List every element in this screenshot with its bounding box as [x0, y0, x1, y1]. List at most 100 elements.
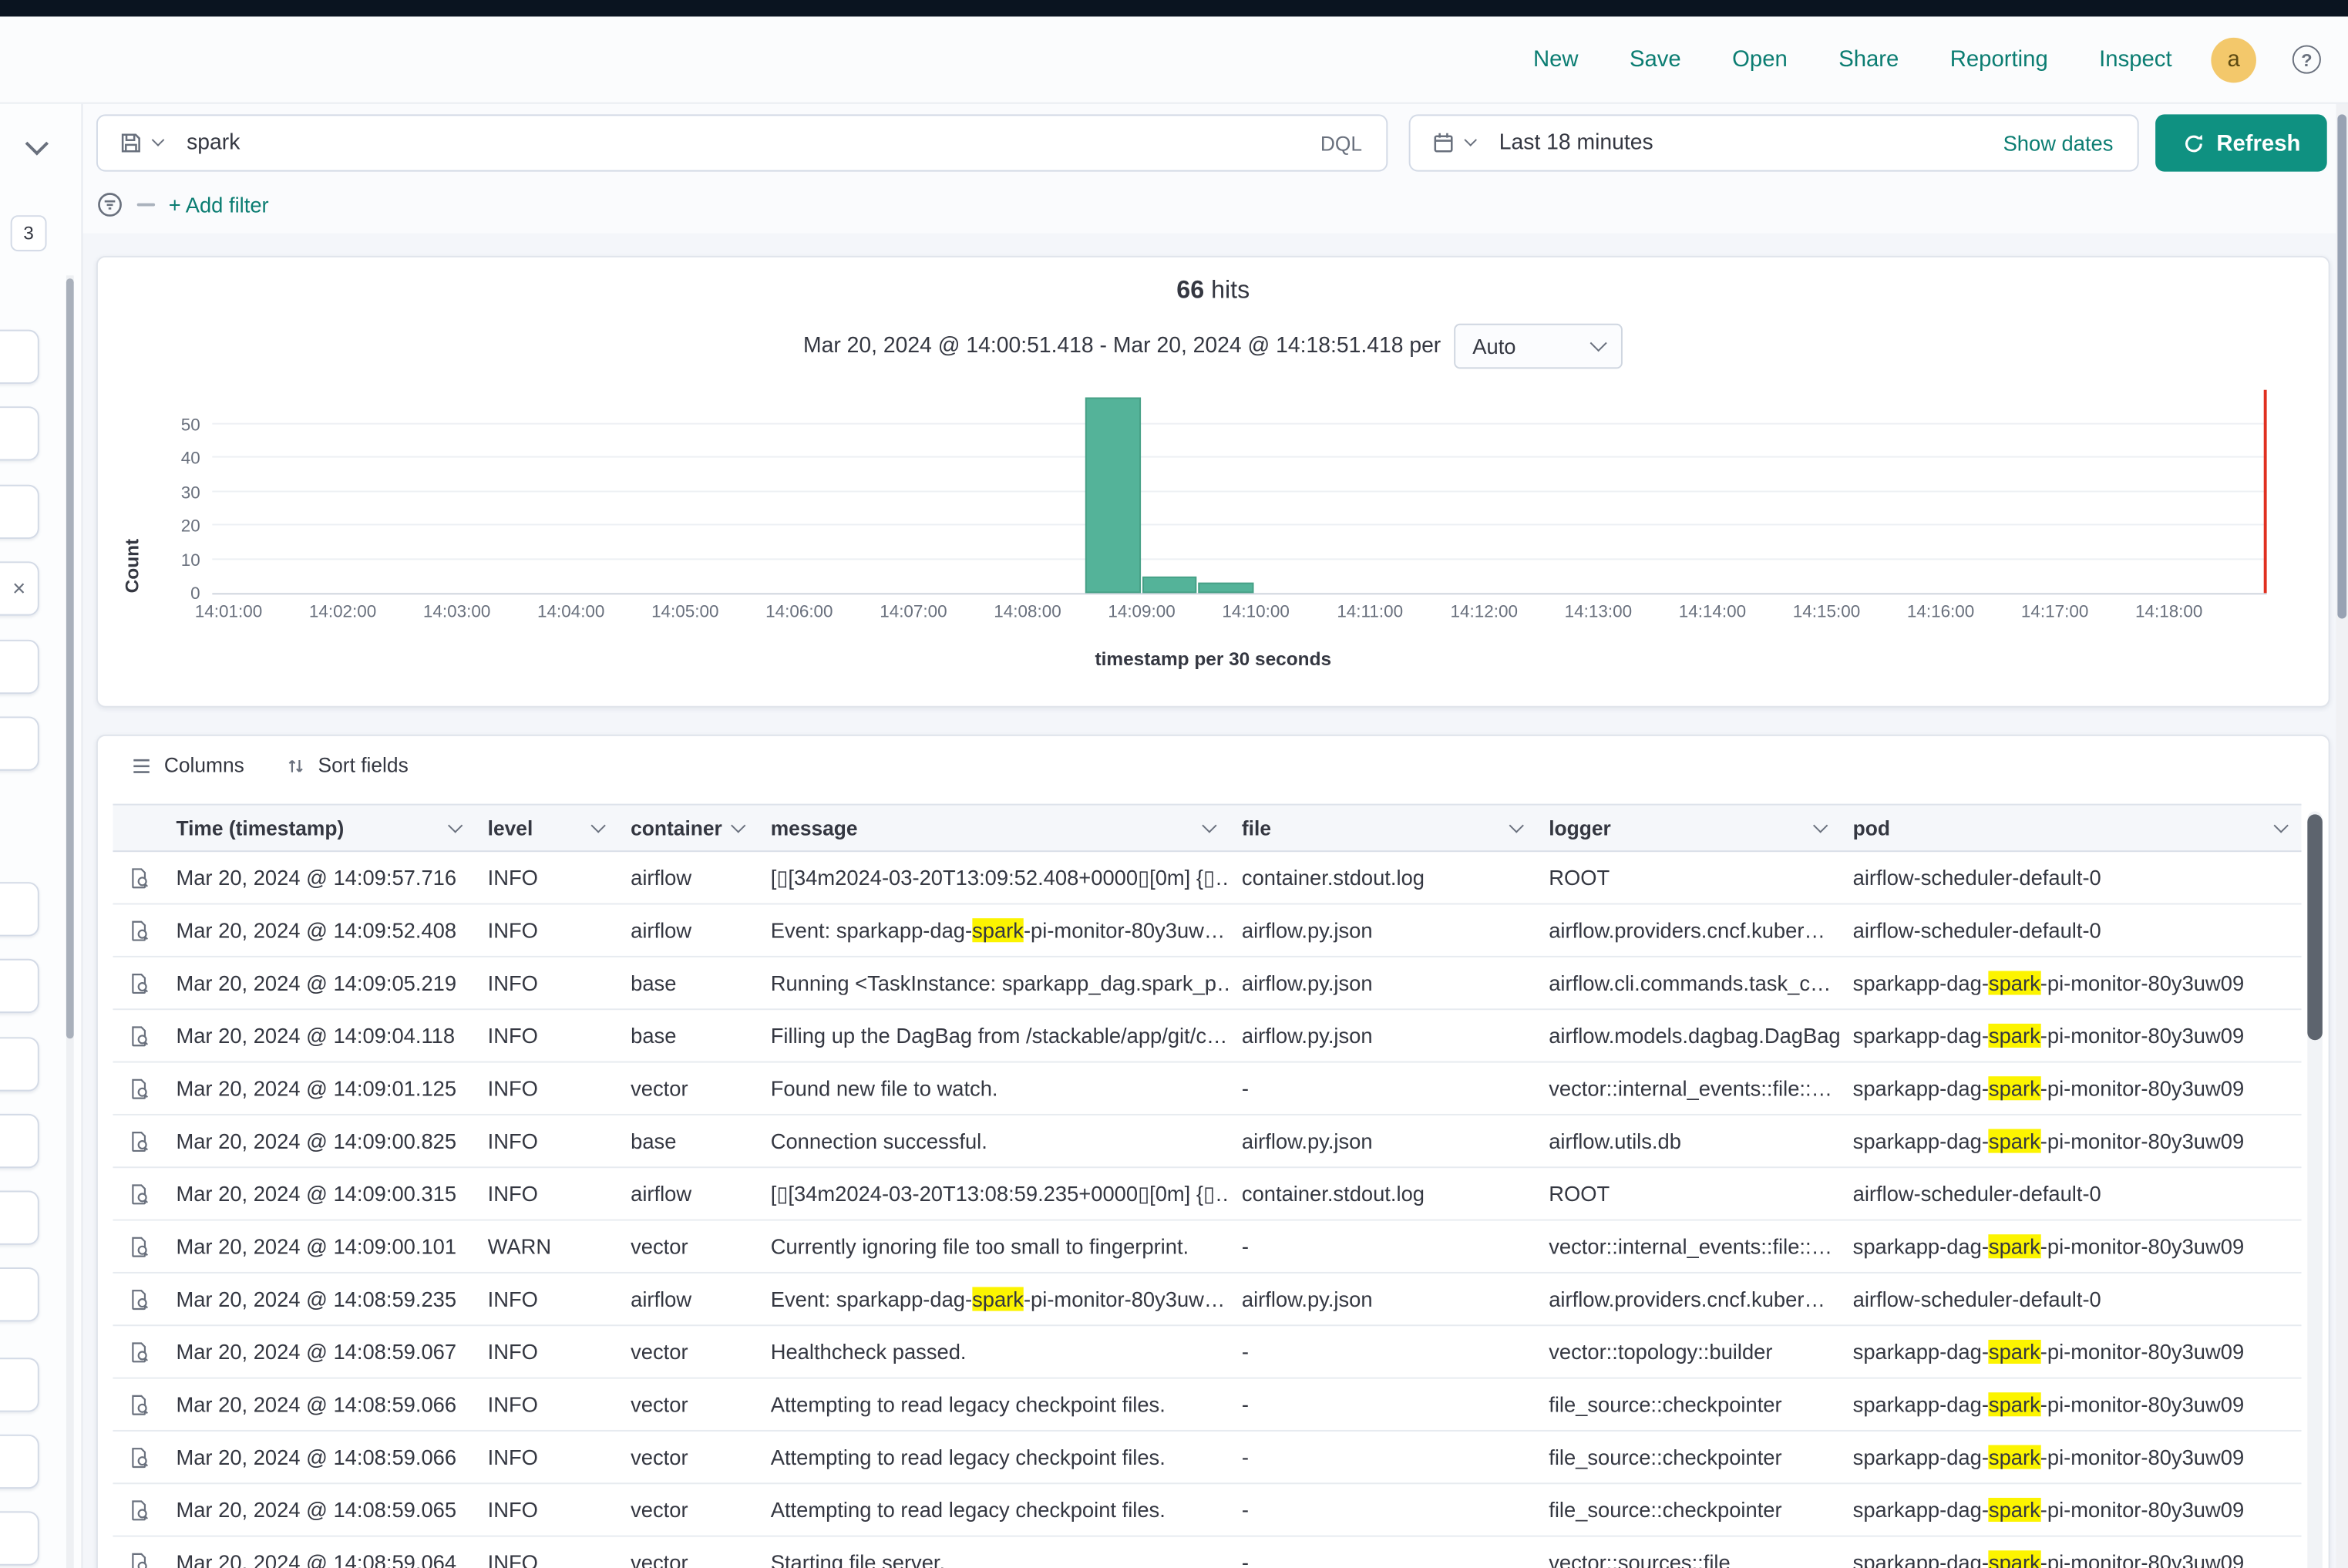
expand-document-button[interactable]: [124, 1390, 153, 1418]
chevron-down-icon: [448, 817, 463, 832]
field-item-partial[interactable]: [0, 485, 39, 539]
column-header-file[interactable]: file: [1230, 806, 1536, 851]
expand-document-button[interactable]: [124, 1496, 153, 1524]
expand-document-button[interactable]: [124, 1021, 153, 1050]
nav-link[interactable]: Inspect: [2099, 47, 2171, 72]
cell-pod: sparkapp-dag-spark-pi-monitor-80y3uw09: [1841, 1024, 2301, 1048]
column-header-container[interactable]: container: [619, 806, 759, 851]
column-header-level[interactable]: level: [476, 806, 618, 851]
cell-time: Mar 20, 2024 @ 14:09:57.716: [164, 866, 476, 890]
histogram-bar[interactable]: [1085, 397, 1140, 594]
remove-field-icon[interactable]: ×: [12, 576, 25, 601]
cell-time: Mar 20, 2024 @ 14:09:04.118: [164, 1024, 476, 1048]
highlight-match: spark: [1989, 1445, 2040, 1469]
row-control-cell: [113, 1443, 163, 1472]
hits-suffix: hits: [1211, 277, 1250, 304]
field-item-partial[interactable]: [0, 1267, 39, 1321]
column-header-time[interactable]: Time (timestamp): [164, 806, 476, 851]
sort-fields-button[interactable]: Sort fields: [287, 754, 409, 776]
field-item-partial[interactable]: [0, 1191, 39, 1245]
cell-file: container.stdout.log: [1230, 1182, 1536, 1206]
y-tick-label: 0: [143, 586, 200, 604]
column-header-label: level: [488, 816, 533, 839]
help-icon[interactable]: ?: [2292, 45, 2321, 74]
y-gridline: [212, 422, 2266, 424]
field-item-partial[interactable]: [0, 406, 39, 460]
expand-document-button[interactable]: [124, 1232, 153, 1260]
save-icon: [119, 131, 143, 155]
field-item-partial[interactable]: [0, 330, 39, 384]
documents-table-panel: Columns Sort fields Time (timestamp) lev…: [96, 735, 2330, 1568]
field-item-partial[interactable]: [0, 1114, 39, 1168]
y-tick-label: 10: [143, 552, 200, 570]
cell-container: base: [619, 1129, 759, 1152]
sort-fields-button-label: Sort fields: [318, 754, 409, 776]
nav-link[interactable]: Reporting: [1950, 47, 2048, 72]
field-item-partial[interactable]: [0, 716, 39, 770]
page-scrollbar-thumb[interactable]: [2337, 114, 2346, 618]
cell-container: base: [619, 971, 759, 994]
show-dates-link[interactable]: Show dates: [2003, 131, 2138, 155]
cell-time: Mar 20, 2024 @ 14:09:01.125: [164, 1076, 476, 1100]
nav-link[interactable]: Open: [1732, 47, 1788, 72]
column-header-logger[interactable]: logger: [1537, 806, 1841, 851]
filter-sets-icon[interactable]: [96, 191, 123, 218]
table-row: Mar 20, 2024 @ 14:09:04.118 INFO base Fi…: [113, 1010, 2301, 1062]
nav-link[interactable]: Share: [1838, 47, 1899, 72]
expand-document-button[interactable]: [124, 1338, 153, 1366]
sidebar-collapse-button[interactable]: [18, 130, 54, 160]
histogram-bar[interactable]: [1142, 576, 1197, 593]
cell-container: vector: [619, 1498, 759, 1522]
field-item-partial[interactable]: [0, 959, 39, 1013]
columns-button[interactable]: Columns: [131, 754, 244, 776]
expand-document-button[interactable]: [124, 1074, 153, 1102]
table-row: Mar 20, 2024 @ 14:09:52.408 INFO airflow…: [113, 905, 2301, 957]
saved-query-menu-button[interactable]: [98, 131, 180, 155]
column-header-message[interactable]: message: [759, 806, 1230, 851]
interval-select[interactable]: Auto: [1455, 324, 1623, 369]
add-filter-button[interactable]: + Add filter: [169, 193, 269, 217]
user-avatar[interactable]: a: [2211, 37, 2256, 82]
columns-button-label: Columns: [164, 754, 244, 776]
expand-document-button[interactable]: [124, 863, 153, 892]
cell-logger: airflow.utils.db: [1537, 1129, 1841, 1152]
field-item-partial[interactable]: [0, 640, 39, 694]
cell-level: INFO: [476, 1182, 618, 1206]
field-item-partial[interactable]: [0, 882, 39, 936]
inspect-document-icon: [127, 1183, 150, 1205]
y-tick-label: 40: [143, 450, 200, 468]
field-item-partial[interactable]: [0, 1358, 39, 1412]
field-item-partial[interactable]: [0, 1435, 39, 1489]
expand-document-button[interactable]: [124, 1285, 153, 1314]
sidebar-scrollbar-thumb[interactable]: [66, 278, 74, 1038]
expand-document-button[interactable]: [124, 968, 153, 997]
query-language-button[interactable]: DQL: [1297, 132, 1387, 154]
histogram-bar[interactable]: [1199, 583, 1254, 593]
y-gridline: [212, 490, 2266, 492]
field-item-partial[interactable]: [0, 1511, 39, 1565]
time-range-label[interactable]: Last 18 minutes: [1499, 131, 1653, 155]
x-tick-label: 14:18:00: [2135, 604, 2202, 621]
query-input[interactable]: [180, 131, 1296, 155]
row-control-cell: [113, 863, 163, 892]
field-item-partial[interactable]: [0, 1037, 39, 1091]
cell-container: airflow: [619, 1182, 759, 1206]
y-axis-labels: 01020304050: [143, 390, 200, 594]
highlight-match: spark: [1989, 1129, 2040, 1152]
expand-document-button[interactable]: [124, 1443, 153, 1472]
nav-link[interactable]: New: [1533, 47, 1579, 72]
refresh-button[interactable]: Refresh: [2155, 114, 2327, 171]
column-header-pod[interactable]: pod: [1841, 806, 2301, 851]
selected-fields-count-badge: 3: [11, 215, 47, 251]
expand-document-button[interactable]: [124, 1127, 153, 1156]
date-quick-select-button[interactable]: [1411, 131, 1493, 155]
nav-link[interactable]: Save: [1630, 47, 1681, 72]
expand-document-button[interactable]: [124, 1548, 153, 1568]
expand-document-button[interactable]: [124, 1179, 153, 1208]
table-scrollbar-thumb[interactable]: [2307, 814, 2323, 1040]
histogram-plot-area: [212, 390, 2266, 595]
highlight-match: spark: [1989, 1024, 2040, 1048]
cell-pod: sparkapp-dag-spark-pi-monitor-80y3uw09: [1841, 1392, 2301, 1416]
expand-document-button[interactable]: [124, 916, 153, 944]
field-item-partial[interactable]: ×: [0, 561, 39, 615]
